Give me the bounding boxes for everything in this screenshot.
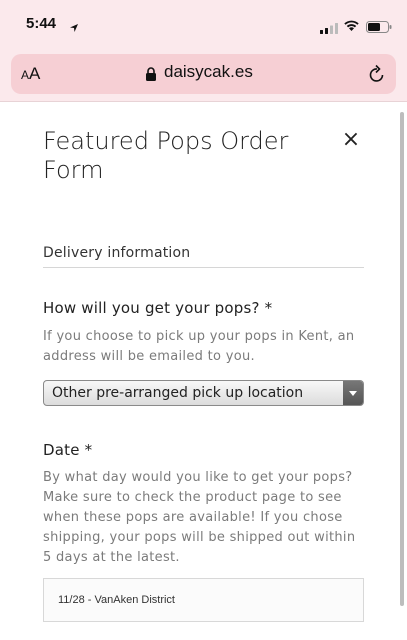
delivery-method-select[interactable]: Other pre-arranged pick up location — [43, 380, 364, 406]
aa-big-label: A — [29, 64, 41, 83]
chevron-down-icon — [343, 381, 363, 405]
date-help: By what day would you like to get your p… — [43, 470, 356, 565]
delivery-method-label: How will you get your pops? * — [43, 299, 273, 317]
date-field[interactable]: 11/28 - VanAken District — [43, 578, 364, 622]
cellular-signal-icon — [320, 19, 338, 38]
section-heading: Delivery information — [43, 245, 191, 261]
battery-icon — [366, 18, 392, 37]
status-bar: 5:44 — [0, 0, 407, 50]
lock-icon — [145, 66, 157, 85]
delivery-method-value: Other pre-arranged pick up location — [52, 385, 304, 401]
section-divider — [43, 267, 364, 268]
order-form-page: Featured Pops Order Form × Delivery info… — [0, 103, 407, 640]
location-arrow-icon — [69, 18, 79, 37]
date-field-value: 11/28 - VanAken District — [58, 594, 175, 606]
address-bar[interactable]: AA daisycak.es — [11, 54, 396, 94]
scrollbar[interactable] — [400, 112, 404, 606]
date-label: Date * — [43, 441, 93, 459]
url-text[interactable]: daisycak.es — [164, 62, 253, 82]
wifi-icon — [343, 17, 360, 36]
delivery-method-help: If you choose to pick up your pops in Ke… — [43, 329, 355, 364]
close-button[interactable]: × — [340, 129, 362, 151]
aa-small-label: A — [21, 68, 30, 82]
reload-icon[interactable] — [368, 64, 386, 88]
status-time: 5:44 — [26, 15, 57, 32]
browser-toolbar: AA daisycak.es — [0, 50, 407, 102]
text-size-button[interactable]: AA — [21, 64, 40, 84]
form-title: Featured Pops Order Form — [43, 127, 289, 184]
